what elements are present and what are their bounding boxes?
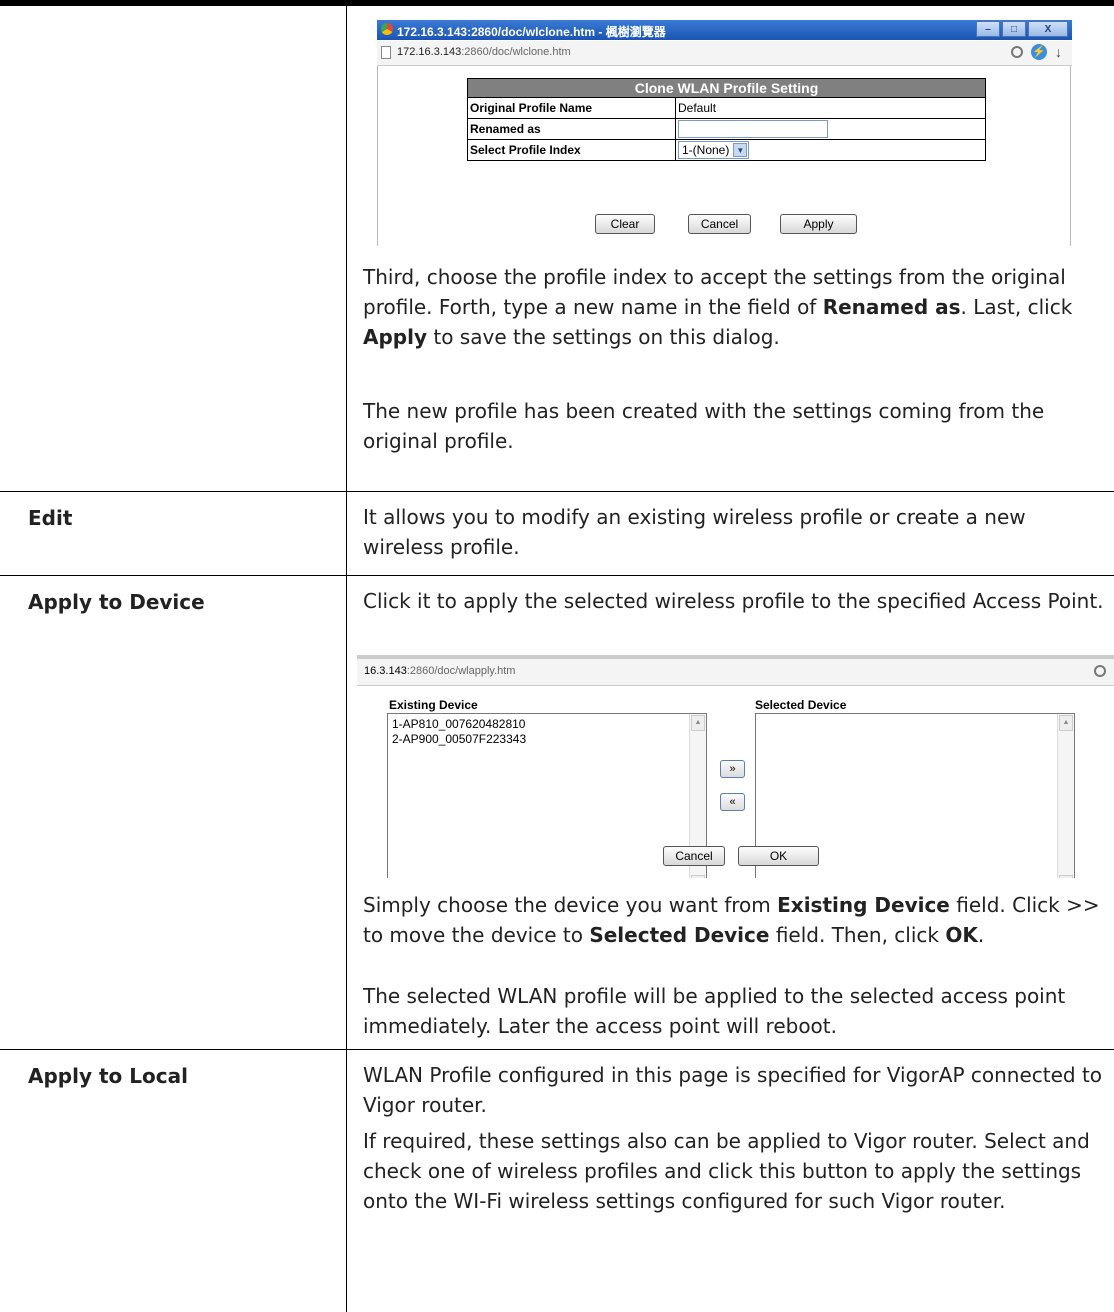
row-divider	[0, 491, 1114, 492]
maximize-icon[interactable]: □	[1002, 21, 1026, 37]
clone-dialog-screenshot: 172.16.3.143:2860/doc/wlclone.htm - 楓樹瀏覽…	[377, 20, 1072, 246]
download-icon[interactable]: ↓	[1055, 44, 1062, 60]
chevron-down-icon: ▼	[733, 143, 748, 157]
apply-to-local-label: Apply to Local	[28, 1064, 188, 1088]
page-icon	[381, 46, 391, 59]
cancel-button[interactable]: Cancel	[688, 214, 751, 234]
existing-device-label: Existing Device	[389, 698, 478, 712]
apply-to-device-description: Click it to apply the selected wireless …	[363, 589, 1104, 613]
clone-result-text: The new profile has been created with th…	[363, 399, 1045, 453]
renamed-as-input[interactable]	[678, 120, 828, 138]
move-left-button[interactable]: «	[720, 793, 745, 811]
select-profile-index-label: Select Profile Index	[467, 139, 676, 161]
speed-icon[interactable]: ⚡	[1031, 44, 1047, 60]
profile-index-select[interactable]: 1-(None) ▼	[678, 141, 750, 159]
close-icon[interactable]: X	[1028, 21, 1068, 37]
apply-to-local-description: WLAN Profile configured in this page is …	[363, 1063, 1103, 1117]
list-item[interactable]: 1-AP810_007620482810	[392, 717, 525, 731]
window-border-right	[1070, 66, 1071, 246]
scroll-up-icon[interactable]: ▲	[1059, 715, 1073, 731]
address-bar[interactable]: 172.16.3.143:2860/doc/wlclone.htm ⚡ ↓	[377, 41, 1072, 66]
original-profile-value: Default	[675, 97, 986, 119]
window-title: 172.16.3.143:2860/doc/wlclone.htm - 楓樹瀏覽…	[397, 25, 666, 39]
clone-profile-table: Clone WLAN Profile Setting Original Prof…	[467, 78, 986, 161]
clone-table-title: Clone WLAN Profile Setting	[467, 78, 986, 98]
row-divider	[0, 575, 1114, 576]
zoom-icon[interactable]	[1011, 46, 1023, 58]
column-divider	[346, 6, 347, 1312]
ok-button[interactable]: OK	[738, 846, 819, 866]
table-top-border	[0, 0, 1114, 6]
apply-device-result-text: The selected WLAN profile will be applie…	[363, 984, 1066, 1038]
edit-description: It allows you to modify an existing wire…	[363, 505, 1026, 559]
url-path: :2860/doc/wlclone.htm	[461, 46, 571, 58]
zoom-icon[interactable]	[1094, 665, 1106, 677]
move-right-button[interactable]: »	[720, 760, 745, 778]
original-profile-label: Original Profile Name	[467, 97, 676, 119]
clone-instructions: Third, choose the profile index to accep…	[363, 265, 1073, 349]
window-titlebar: 172.16.3.143:2860/doc/wlclone.htm - 楓樹瀏覽…	[377, 20, 1072, 40]
url-path: :2860/doc/wlapply.htm	[406, 665, 516, 677]
scroll-up-icon[interactable]: ▲	[691, 715, 705, 731]
window-border-left	[377, 66, 378, 246]
edit-label: Edit	[28, 506, 73, 530]
clear-button[interactable]: Clear	[595, 214, 655, 234]
address-bar[interactable]: 16.3.143:2860/doc/wlapply.htm	[357, 655, 1114, 686]
apply-device-dialog-screenshot: 16.3.143:2860/doc/wlapply.htm Existing D…	[357, 655, 1114, 878]
minimize-icon[interactable]: –	[976, 21, 1000, 37]
apply-device-instructions: Simply choose the device you want from E…	[363, 893, 1100, 947]
renamed-as-label: Renamed as	[467, 118, 676, 140]
existing-device-list[interactable]: 1-AP810_007620482810 2-AP900_00507F22334…	[387, 713, 707, 878]
profile-index-value: 1-(None)	[682, 143, 730, 157]
apply-button[interactable]: Apply	[780, 214, 857, 234]
scroll-down-icon[interactable]: ▼	[1059, 875, 1073, 878]
browser-icon	[381, 23, 393, 35]
row-divider	[0, 1049, 1114, 1050]
list-item[interactable]: 2-AP900_00507F223343	[392, 732, 526, 746]
scrollbar[interactable]: ▲ ▼	[1057, 714, 1074, 878]
url-host: 16.3.143	[364, 665, 407, 677]
apply-to-device-label: Apply to Device	[28, 590, 205, 614]
apply-to-local-details: If required, these settings also can be …	[363, 1129, 1090, 1213]
cancel-button[interactable]: Cancel	[663, 846, 725, 866]
scroll-down-icon[interactable]: ▼	[691, 875, 705, 878]
selected-device-label: Selected Device	[755, 698, 847, 712]
url-host: 172.16.3.143	[397, 46, 462, 58]
